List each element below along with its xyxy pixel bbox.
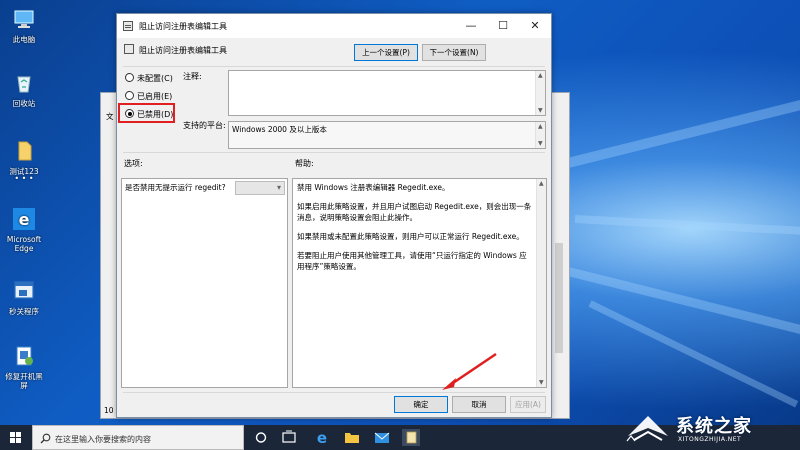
search-placeholder: 在这里输入你要搜索的内容 [55,435,151,444]
desktop-icon-recycle-bin[interactable]: 回收站 [2,72,46,108]
radio-not-configured[interactable]: 未配置(C) [125,73,173,84]
registry-editor-icon[interactable] [402,429,420,446]
help-paragraph: 若要阻止用户使用其他管理工具，请使用“只运行指定的 Windows 应用程序”策… [297,251,527,271]
radio-label: 未配置(C) [137,74,173,83]
options-label: 选项: [124,159,143,168]
option-text: 是否禁用无提示运行 regedit? [125,183,226,192]
scrollbar-thumb[interactable] [555,243,563,353]
light-beam [558,265,800,335]
desktop-icon-label: 修复开机黑屏 [5,372,43,390]
document-icon [18,141,32,161]
help-label: 帮助: [295,159,314,168]
scroll-up-icon[interactable]: ▲ [538,123,543,130]
background-window-tab[interactable]: 文 [106,111,114,122]
scroll-down-icon[interactable]: ▼ [538,140,543,147]
supported-platform-field: Windows 2000 及以上版本 [228,121,546,149]
light-beam [558,97,800,170]
desktop-icon-label: Microsoft Edge [6,235,42,253]
site-watermark: 系统之家 XITONGZHIJIA.NET [618,410,796,446]
supported-scrollbar[interactable]: ▲ ▼ [535,122,545,148]
policy-header-title: 阻止访问注册表编辑工具 [139,46,227,55]
minimize-button[interactable]: — [455,14,487,38]
cancel-button[interactable]: 取消 [452,396,506,413]
comment-label: 注释: [183,72,202,81]
scroll-up-icon[interactable]: ▲ [539,180,544,187]
timeline-icon[interactable] [280,429,298,446]
ellipsis-text: • • • [14,174,34,183]
scroll-up-icon[interactable]: ▲ [538,72,543,79]
annotation-arrow-icon [442,352,497,390]
help-paragraph: 如果禁用或未配置此策略设置，则用户可以正常运行 Regedit.exe。 [297,232,524,241]
comment-scrollbar[interactable]: ▲ ▼ [535,71,545,115]
scroll-down-icon[interactable]: ▼ [538,107,543,114]
desktop-icon-repair-black-screen[interactable]: 修复开机黑屏 [2,345,46,390]
policy-icon [124,44,134,54]
desktop-icon-edge[interactable]: e Microsoft Edge [2,208,46,253]
radio-circle-icon [125,73,134,82]
next-setting-button[interactable]: 下一个设置(N) [422,44,486,61]
option-dropdown[interactable] [235,181,285,195]
app-window-icon [14,281,34,299]
help-scrollbar[interactable]: ▲ ▼ [536,179,546,387]
monitor-icon [14,10,34,28]
windows-logo-icon [10,432,21,443]
edge-browser-icon: e [13,208,35,230]
mail-icon[interactable] [373,429,391,446]
edge-browser-icon[interactable]: e [313,429,331,446]
desktop-icon-label: 回收站 [12,99,36,108]
repair-tool-icon [16,346,33,366]
supported-platform-label: 支持的平台: [183,121,226,130]
radio-label: 已启用(E) [137,92,173,101]
taskbar-search-box[interactable]: 在这里输入你要搜索的内容 [32,425,244,450]
background-window-scrollbar[interactable] [549,93,569,418]
watermark-title: 系统之家 [676,416,752,437]
dialog-title: 阻止访问注册表编辑工具 [139,22,227,31]
watermark-url: XITONGZHIJIA.NET [678,436,742,443]
desktop-icon-label: 秒关程序 [9,307,39,316]
close-button[interactable]: ✕ [519,14,551,38]
file-explorer-icon[interactable] [343,429,361,446]
task-view-icon[interactable] [252,429,270,446]
desktop-icon-folder[interactable]: 测试123 • • • [2,140,46,183]
background-window-footer: 10 [104,406,114,415]
radio-enabled[interactable]: 已启用(E) [125,91,172,102]
help-panel: 禁用 Windows 注册表编辑器 Regedit.exe。 如果启用此策略设置… [292,178,547,388]
help-paragraph: 禁用 Windows 注册表编辑器 Regedit.exe。 [297,183,450,192]
desktop-icon-this-pc[interactable]: 此电脑 [2,8,46,44]
policy-icon [123,21,133,31]
light-beam [574,215,800,236]
recycle-bin-icon [17,76,31,93]
divider [123,392,545,393]
apply-button[interactable]: 应用(A) [510,396,546,413]
radio-circle-icon [125,91,134,100]
scroll-down-icon[interactable]: ▼ [539,379,544,386]
previous-setting-button[interactable]: 上一个设置(P) [354,44,418,61]
divider [123,66,545,67]
options-panel: 是否禁用无提示运行 regedit? [121,178,288,388]
highlight-box [118,103,175,123]
ok-button[interactable]: 确定 [394,396,448,413]
maximize-button[interactable]: ☐ [487,14,519,38]
desktop-icon-label: 此电脑 [12,35,36,44]
dialog-titlebar[interactable]: 阻止访问注册表编辑工具 — ☐ ✕ [117,14,551,38]
svg-text:e: e [317,429,327,446]
comment-textarea[interactable] [228,70,546,116]
help-paragraph: 如果启用此策略设置，并且用户试图启动 Regedit.exe，则会出现一条消息，… [297,202,532,222]
divider [123,152,545,153]
svg-text:e: e [19,210,30,229]
start-button[interactable] [0,425,32,450]
search-icon [40,433,51,444]
watermark-logo-icon [628,416,668,441]
desktop-icon-shutdown-app[interactable]: 秒关程序 [2,280,46,316]
